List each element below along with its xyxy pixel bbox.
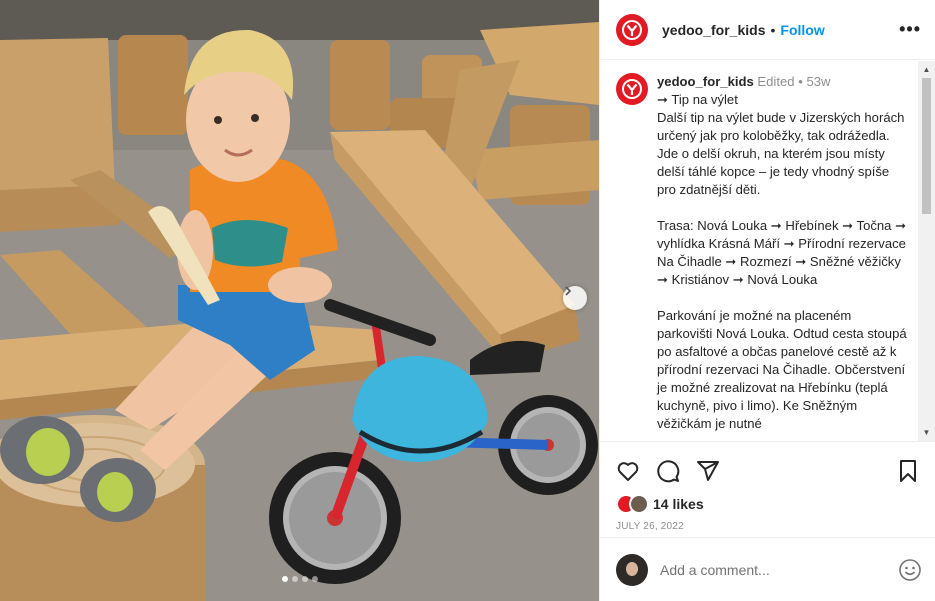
avatar-face: [626, 561, 638, 576]
likes-count[interactable]: 14 likes: [653, 496, 704, 512]
bookmark-icon[interactable]: [896, 459, 920, 483]
current-user-avatar: [616, 553, 648, 586]
yedoo-logo-icon: [622, 79, 642, 99]
post-photo: [0, 0, 599, 601]
caption-avatar[interactable]: [616, 73, 648, 105]
post-age[interactable]: 53w: [806, 74, 830, 89]
post-header: yedoo_for_kids • Follow •••: [600, 0, 935, 60]
header-username[interactable]: yedoo_for_kids: [662, 22, 765, 38]
comment-input[interactable]: [660, 561, 880, 578]
carousel-dot: [301, 576, 308, 582]
action-icons-row: [600, 442, 935, 486]
caption-text: ➞ Tip na výlet Další tip na výlet bude v…: [657, 92, 907, 431]
post-date[interactable]: JULY 26, 2022: [600, 514, 935, 532]
caption-body: yedoo_for_kids Edited • 53w ➞ Tip na výl…: [657, 73, 907, 433]
post-actions: 14 likes JULY 26, 2022: [600, 441, 935, 532]
add-comment-bar: [600, 537, 935, 601]
scroll-down-arrow[interactable]: ▼: [918, 424, 935, 441]
carousel-dot: [281, 576, 288, 582]
share-icon[interactable]: [696, 459, 720, 483]
yedoo-logo-icon: [622, 19, 642, 40]
edited-label: Edited: [757, 74, 795, 89]
caption-scroll-area[interactable]: yedoo_for_kids Edited • 53w ➞ Tip na výl…: [600, 61, 935, 441]
comment-icon[interactable]: [656, 459, 680, 483]
heart-icon[interactable]: [616, 459, 640, 483]
caption-username[interactable]: yedoo_for_kids: [657, 74, 754, 89]
more-options-icon[interactable]: •••: [899, 19, 921, 40]
follow-button[interactable]: Follow: [780, 22, 824, 38]
profile-avatar[interactable]: [616, 13, 648, 46]
liker-avatar[interactable]: [629, 494, 649, 514]
emoji-icon[interactable]: [898, 558, 922, 582]
caption-scrollbar[interactable]: ▲ ▼: [918, 61, 935, 441]
photo-illustration: [0, 0, 599, 601]
liker-avatars: [616, 494, 652, 514]
header-separator: •: [770, 21, 776, 38]
likes-row: 14 likes: [600, 486, 935, 514]
chevron-right-icon: [565, 286, 572, 296]
scroll-thumb[interactable]: [922, 78, 931, 214]
post-side-panel: yedoo_for_kids • Follow ••• yedoo_for_ki…: [599, 0, 935, 601]
carousel-dot: [291, 576, 298, 582]
meta-separator: •: [798, 74, 803, 89]
carousel-indicator: [0, 576, 599, 582]
scroll-up-arrow[interactable]: ▲: [918, 61, 935, 78]
caption: yedoo_for_kids Edited • 53w ➞ Tip na výl…: [600, 61, 935, 433]
carousel-dot: [311, 576, 318, 582]
next-slide-button[interactable]: [563, 286, 587, 310]
